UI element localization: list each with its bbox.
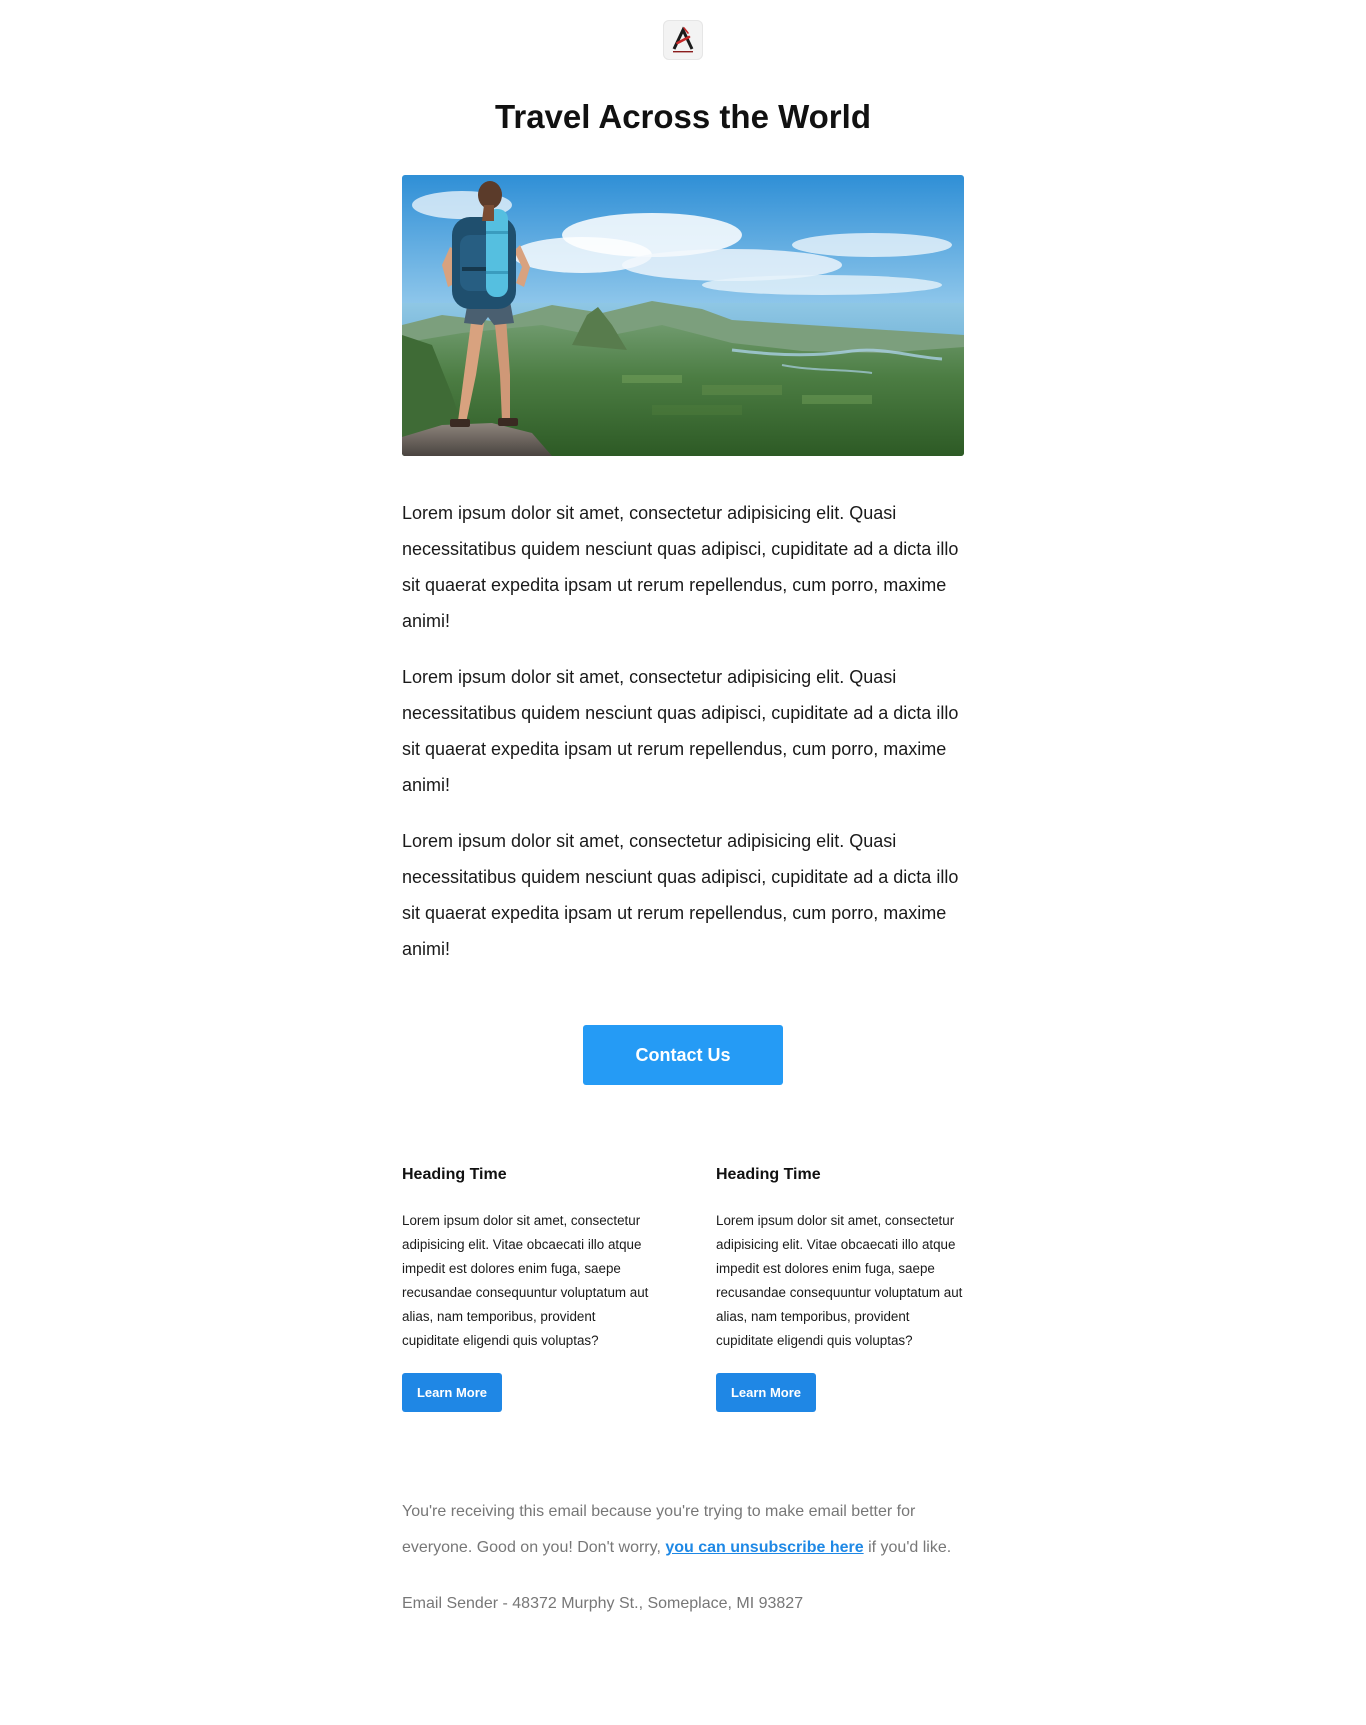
body-paragraph-3: Lorem ipsum dolor sit amet, consectetur … — [402, 831, 959, 959]
footer-notice: You're receiving this email because you'… — [402, 1494, 964, 1566]
body-paragraph-2: Lorem ipsum dolor sit amet, consectetur … — [402, 667, 959, 795]
page-title: Travel Across the World — [495, 98, 871, 135]
learn-more-button-1[interactable]: Learn More — [402, 1373, 502, 1412]
feature-columns: Heading Time Lorem ipsum dolor sit amet,… — [402, 1165, 964, 1412]
feature-column-1: Heading Time Lorem ipsum dolor sit amet,… — [402, 1165, 650, 1412]
column-text-1: Lorem ipsum dolor sit amet, consectetur … — [402, 1213, 649, 1348]
learn-more-button-2[interactable]: Learn More — [716, 1373, 816, 1412]
logo-wrapper — [402, 20, 964, 60]
column-text-2: Lorem ipsum dolor sit amet, consectetur … — [716, 1213, 963, 1348]
body-paragraph-1: Lorem ipsum dolor sit amet, consectetur … — [402, 503, 959, 631]
unsubscribe-link[interactable]: you can unsubscribe here — [665, 1539, 863, 1556]
feature-column-2: Heading Time Lorem ipsum dolor sit amet,… — [716, 1165, 964, 1412]
column-heading-2: Heading Time — [716, 1166, 821, 1183]
footer-notice-text-end: if you'd like. — [863, 1539, 952, 1556]
brand-a-logo-icon — [663, 20, 703, 60]
contact-us-button[interactable]: Contact Us — [583, 1025, 783, 1085]
column-heading-1: Heading Time — [402, 1166, 507, 1183]
body-text: Lorem ipsum dolor sit amet, consectetur … — [402, 495, 964, 967]
hero-image — [402, 175, 964, 456]
cta-wrapper: Contact Us — [402, 1025, 964, 1085]
brand-a-logo-svg — [672, 26, 694, 53]
sender-address: Email Sender - 48372 Murphy St., Somepla… — [402, 1595, 804, 1612]
email-footer: You're receiving this email because you'… — [402, 1494, 964, 1622]
email-container: Travel Across the World Lorem ipsum dolo… — [402, 0, 964, 1622]
